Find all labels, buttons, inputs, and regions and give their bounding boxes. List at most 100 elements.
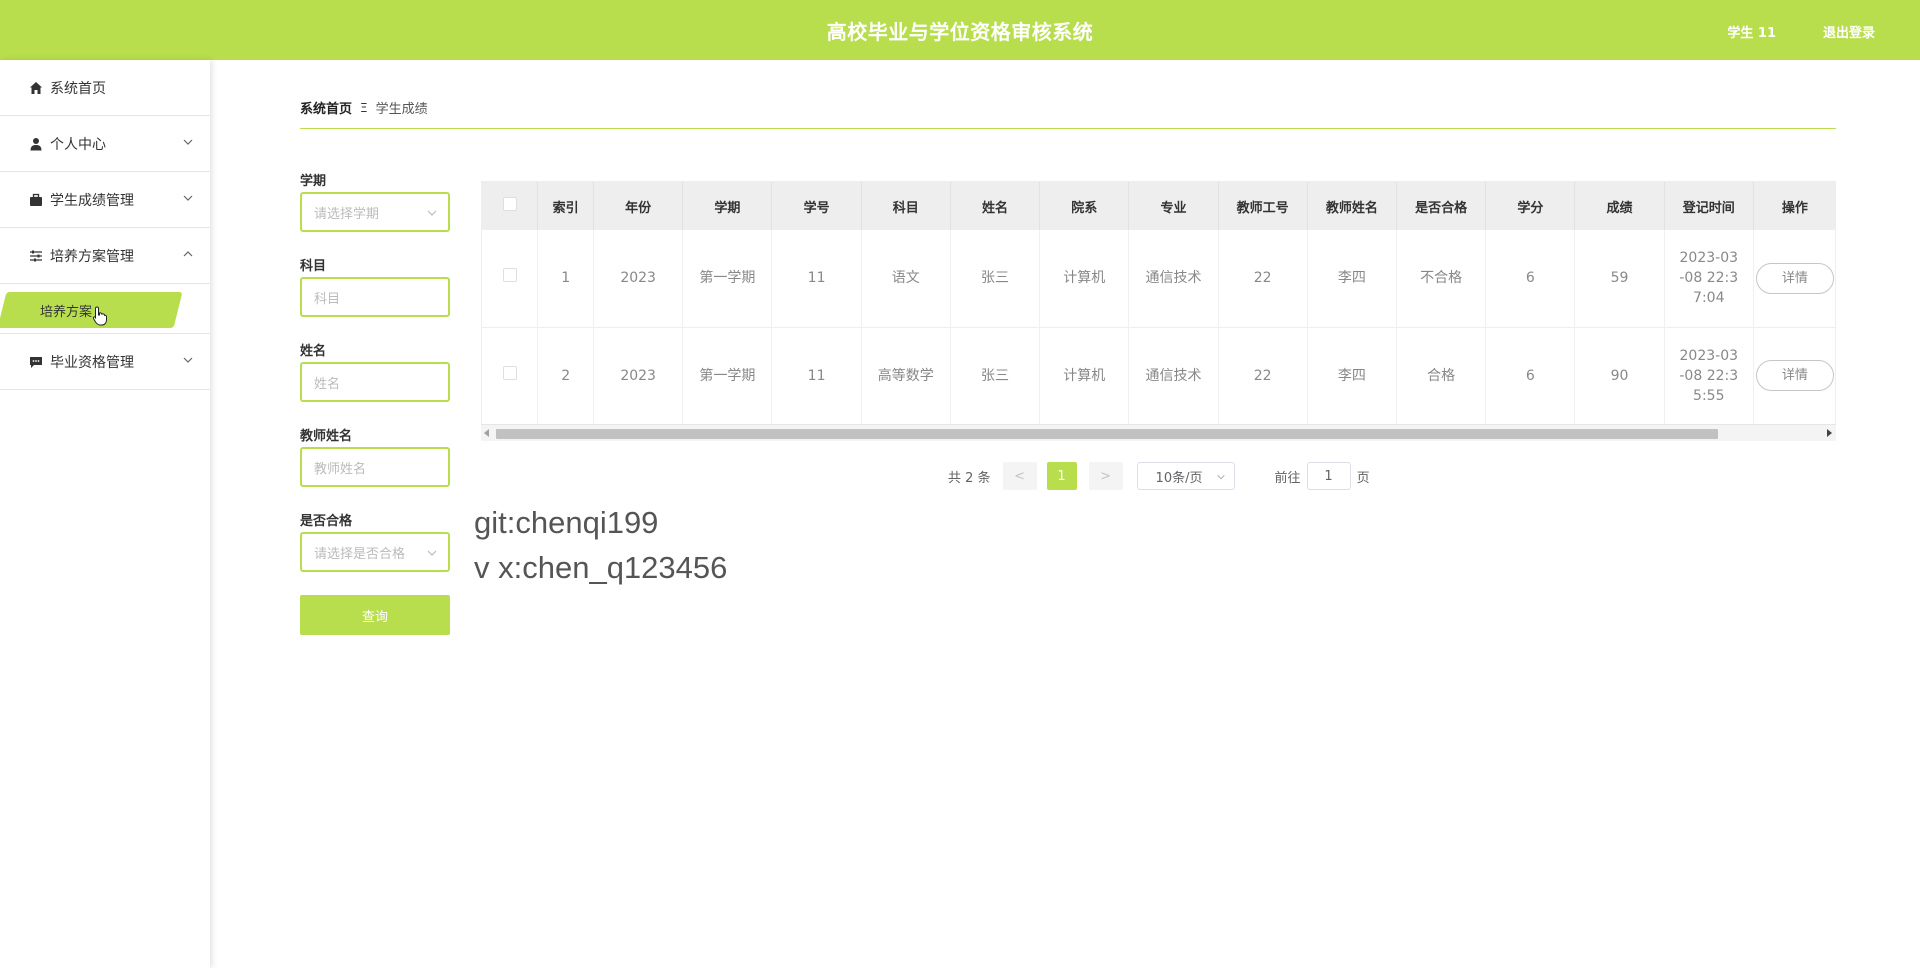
teacher-input[interactable]: 教师姓名	[300, 447, 450, 487]
filter-panel: 学期 请选择学期 科目 科目 姓名 姓名 教师姓名 教师姓名 是否合格 请选择是…	[300, 170, 450, 635]
time-line-1: 2023-03	[1679, 250, 1739, 267]
name-input[interactable]: 姓名	[300, 362, 450, 402]
scroll-left-icon[interactable]	[484, 429, 489, 437]
subject-label: 科目	[300, 259, 327, 274]
top-header: 高校毕业与学位资格审核系统 学生 11 退出登录	[0, 0, 1920, 60]
cell-teacher-id: 22	[1218, 230, 1308, 328]
cell-teacher-name: 李四	[1307, 327, 1398, 425]
column-header: 学期	[682, 182, 773, 230]
chevron-down-icon	[183, 357, 193, 363]
page-jump-input[interactable]	[1306, 462, 1351, 490]
cell-credit: 6	[1485, 327, 1576, 425]
cell-name: 张三	[950, 230, 1041, 328]
sidebar-item-label: 系统首页	[50, 80, 106, 97]
pagination-total: 共 2 条	[948, 470, 991, 486]
column-header: 学号	[771, 182, 862, 230]
scroll-right-icon[interactable]	[1827, 429, 1832, 437]
detail-button[interactable]: 详情	[1755, 262, 1834, 294]
column-header: 科目	[861, 182, 951, 230]
sidebar-subitem-plan[interactable]: 培养方案	[0, 284, 210, 334]
cell-subject: 高等数学	[861, 327, 951, 425]
page-size-value: 10条/页	[1155, 470, 1203, 486]
prev-page-button[interactable]: <	[1002, 462, 1037, 490]
page-number-current[interactable]: 1	[1046, 462, 1077, 490]
breadcrumb-home[interactable]: 系统首页	[300, 98, 352, 117]
chevron-up-icon	[183, 251, 193, 257]
cell-term: 第一学期	[682, 327, 773, 425]
row-checkbox-cell[interactable]	[482, 230, 539, 328]
cell-credit: 6	[1485, 230, 1576, 328]
logout-link[interactable]: 退出登录	[1823, 22, 1875, 41]
row-checkbox[interactable]	[502, 268, 517, 283]
column-header: 登记时间	[1664, 182, 1754, 230]
page-jumper: 前往 页	[1275, 462, 1370, 490]
sidebar-item-label: 培养方案管理	[50, 248, 134, 265]
sliders-icon	[28, 248, 44, 264]
sidebar-item-personal[interactable]: 个人中心	[0, 116, 210, 172]
watermark-line-2: v x:chen_q123456	[474, 550, 728, 585]
select-all-checkbox-cell[interactable]	[482, 182, 539, 230]
chevron-down-icon	[427, 550, 437, 556]
row-checkbox-cell[interactable]	[482, 327, 539, 425]
score-table: 索引 年份 学期 学号 科目 姓名 院系 专业 教师工号 教师姓名 是否合格 学…	[481, 181, 1836, 441]
breadcrumb-divider	[300, 128, 1836, 129]
cell-major: 通信技术	[1128, 230, 1219, 328]
cell-action: 详情	[1753, 230, 1835, 328]
home-icon	[28, 80, 44, 96]
column-header: 教师工号	[1218, 182, 1308, 230]
cell-subject: 语文	[861, 230, 951, 328]
column-header: 成绩	[1574, 182, 1665, 230]
table-row: 2 2023 第一学期 11 高等数学 张三 计算机 通信技术 22 李四 合格…	[482, 327, 1835, 425]
cell-dept: 计算机	[1039, 327, 1130, 425]
row-checkbox[interactable]	[502, 365, 517, 380]
sidebar-item-graduation-manage[interactable]: 毕业资格管理	[0, 334, 210, 390]
chevron-down-icon	[427, 210, 437, 216]
cell-action: 详情	[1753, 327, 1835, 425]
current-user[interactable]: 学生 11	[1727, 22, 1776, 41]
search-button[interactable]: 查询	[300, 595, 450, 635]
cell-name: 张三	[950, 327, 1041, 425]
sidebar: 系统首页 个人中心 学生成绩管理 培养方案管理 培养方案 毕业资格管理	[0, 60, 210, 968]
column-header: 索引	[537, 182, 595, 230]
cell-teacher-id: 22	[1218, 327, 1308, 425]
next-page-button[interactable]: >	[1088, 462, 1123, 490]
table-row: 1 2023 第一学期 11 语文 张三 计算机 通信技术 22 李四 不合格 …	[482, 230, 1835, 328]
subject-input[interactable]: 科目	[300, 277, 450, 317]
column-header: 院系	[1039, 182, 1130, 230]
horizontal-scrollbar[interactable]	[481, 424, 1836, 441]
watermark-text: git:chenqi199 v x:chen_q123456	[474, 500, 727, 590]
term-select[interactable]: 请选择学期	[300, 192, 450, 232]
cell-score: 59	[1574, 230, 1665, 328]
breadcrumb-separator: Ξ	[360, 100, 368, 115]
sidebar-item-label: 个人中心	[50, 136, 106, 153]
sidebar-item-score-manage[interactable]: 学生成绩管理	[0, 172, 210, 228]
sidebar-subitem-label: 培养方案	[40, 305, 93, 320]
column-header: 学分	[1485, 182, 1576, 230]
detail-button[interactable]: 详情	[1755, 360, 1834, 391]
time-line-2: -08 22:3	[1679, 270, 1739, 287]
cell-year: 2023	[593, 230, 684, 328]
cell-index: 1	[537, 230, 595, 328]
goto-label: 前往	[1274, 470, 1301, 486]
column-header: 专业	[1128, 182, 1219, 230]
cell-student-id: 11	[771, 230, 862, 328]
select-all-checkbox[interactable]	[502, 197, 517, 211]
cell-term: 第一学期	[682, 230, 773, 328]
cell-time: 2023-03 -08 22:3 5:55	[1664, 327, 1754, 425]
breadcrumb: 系统首页 Ξ 学生成绩	[300, 98, 428, 118]
time-line-2: -08 22:3	[1679, 367, 1739, 384]
pagination: 共 2 条 < 1 > 10条/页 前往 页	[948, 462, 1370, 490]
scrollbar-thumb[interactable]	[496, 429, 1718, 439]
chat-icon	[28, 354, 44, 370]
cell-pass: 不合格	[1396, 230, 1487, 328]
pass-select[interactable]: 请选择是否合格	[300, 532, 450, 572]
breadcrumb-current: 学生成绩	[375, 102, 428, 117]
cell-pass: 合格	[1396, 327, 1487, 425]
sidebar-item-home[interactable]: 系统首页	[0, 60, 210, 116]
page-size-select[interactable]: 10条/页	[1136, 462, 1235, 490]
sidebar-item-plan-manage[interactable]: 培养方案管理	[0, 228, 210, 284]
column-header: 是否合格	[1396, 182, 1487, 230]
time-line-3: 5:55	[1693, 387, 1725, 404]
sidebar-item-label: 毕业资格管理	[50, 354, 134, 371]
time-line-1: 2023-03	[1679, 347, 1739, 364]
